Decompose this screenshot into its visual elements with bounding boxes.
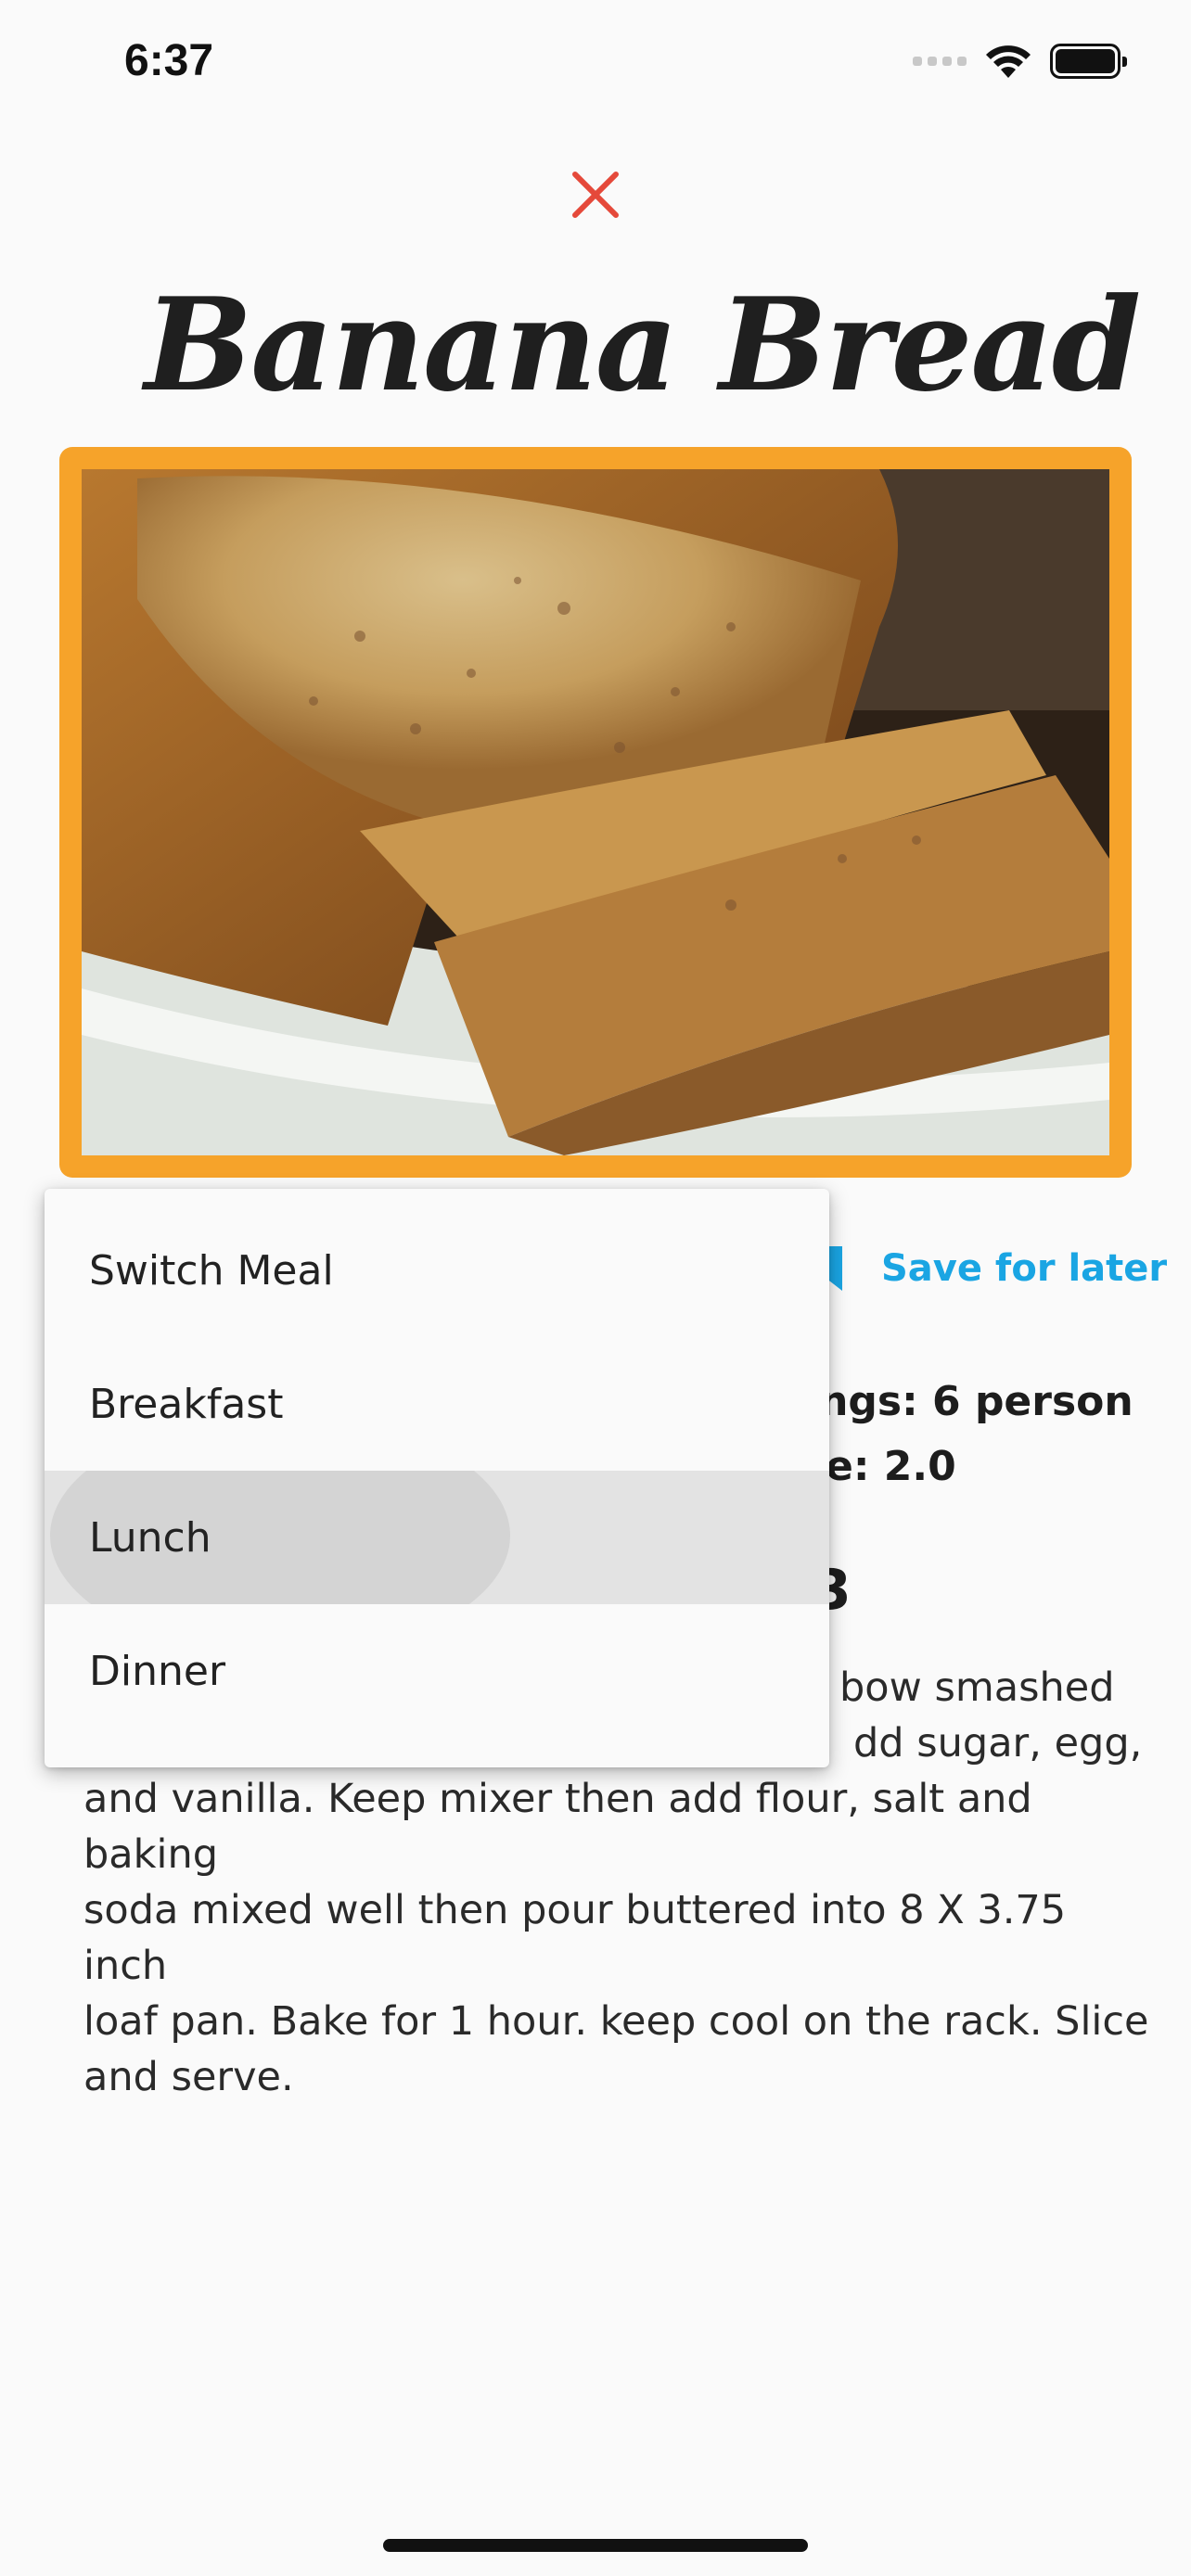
wifi-icon (986, 45, 1031, 78)
recipe-screen: 6:37 Banana Bread Save for later ings: 6… (0, 0, 1191, 2576)
menu-item-label: Switch Meal (89, 1246, 334, 1294)
menu-item-label: Breakfast (89, 1380, 284, 1428)
menu-item-lunch[interactable]: Lunch (45, 1471, 829, 1604)
recipe-image-frame (59, 447, 1132, 1178)
menu-item-switch-meal[interactable]: Switch Meal (45, 1204, 829, 1337)
menu-item-breakfast[interactable]: Breakfast (45, 1337, 829, 1471)
close-button[interactable] (568, 167, 623, 223)
battery-icon (1050, 44, 1127, 79)
meal-dropdown-menu: Switch Meal Breakfast Lunch Dinner (45, 1189, 829, 1767)
cook-time-text: e: 2.0 (826, 1443, 956, 1490)
home-indicator[interactable] (383, 2539, 808, 2552)
cellular-signal-icon (913, 57, 967, 66)
save-for-later-label: Save for later (881, 1247, 1168, 1290)
description-line: soda mixed well then pour buttered into … (83, 1887, 1067, 1989)
menu-item-label: Dinner (89, 1647, 226, 1695)
description-line: and serve. (83, 2054, 294, 2100)
status-icons (913, 43, 1127, 80)
close-icon (572, 172, 619, 218)
description-line: and vanilla. Keep mixer then add flour, … (83, 1776, 1032, 1878)
menu-item-label: Lunch (89, 1513, 211, 1562)
recipe-image (82, 469, 1109, 1155)
servings-text: ings: 6 person (805, 1378, 1133, 1425)
menu-item-dinner[interactable]: Dinner (45, 1604, 829, 1738)
page-title: Banana Bread (144, 269, 1142, 420)
status-time: 6:37 (124, 36, 214, 85)
description-line: loaf pan. Bake for 1 hour. keep cool on … (83, 1998, 1149, 2045)
save-for-later-button[interactable]: Save for later (807, 1244, 1167, 1293)
